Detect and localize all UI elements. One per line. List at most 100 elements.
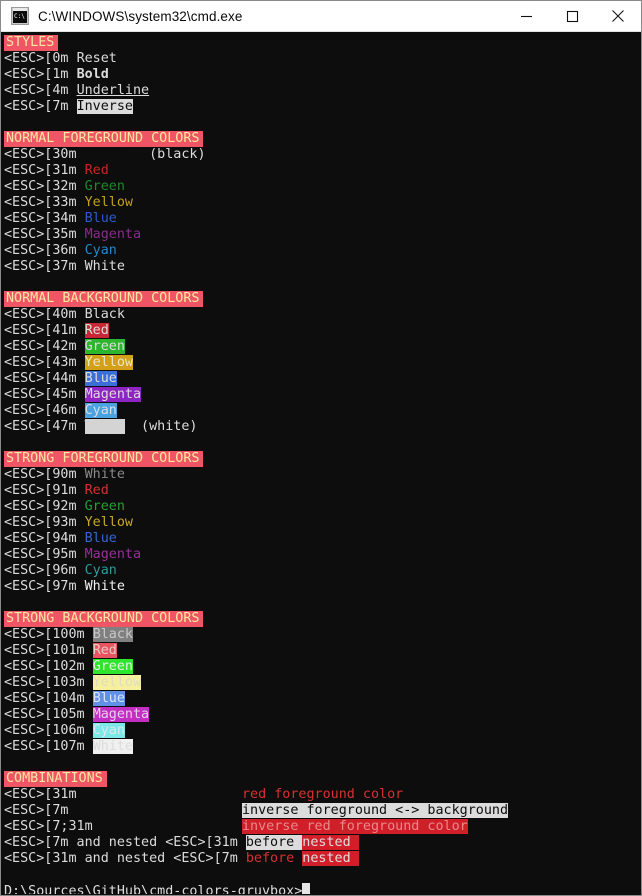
sbg-row-white: <ESC>[107m White (2, 739, 640, 755)
section-header-combinations: COMBINATIONS (2, 771, 640, 787)
style-row-inverse: <ESC>[7m Inverse (2, 99, 640, 115)
color-sample-red: Red (84, 483, 109, 498)
section-header-styles: STYLES (2, 35, 640, 51)
color-sample-black: Black (92, 627, 133, 642)
color-sample-magenta: Magenta (92, 707, 150, 722)
combo-row-inverse: <ESC>[7m inverse foreground <-> backgroun… (2, 803, 640, 819)
color-sample-cyan: Cyan (84, 243, 117, 258)
color-sample-green: Green (92, 659, 133, 674)
sfg-row-red: <ESC>[91m Red (2, 483, 640, 499)
minimize-icon (520, 15, 532, 17)
escape-code: <ESC>[41m (4, 323, 85, 338)
color-sample-yellow: Yellow (84, 195, 133, 210)
escape-code: <ESC>[104m (4, 691, 93, 706)
escape-code: <ESC>[95m (4, 547, 85, 562)
color-note: (black) (124, 147, 206, 162)
escape-code: <ESC>[32m (4, 179, 85, 194)
escape-code: <ESC>[31m (4, 787, 77, 802)
nbg-row-black: <ESC>[40m Black (2, 307, 640, 323)
escape-code: <ESC>[43m (4, 355, 85, 370)
escape-code: <ESC>[1m (4, 67, 77, 82)
color-sample-black: Black (84, 147, 125, 162)
combo-row-red-then-inverse: <ESC>[31m and nested <ESC>[7m before nes… (2, 851, 640, 867)
sfg-row-green: <ESC>[92m Green (2, 499, 640, 515)
style-row-bold: <ESC>[1m Bold (2, 67, 640, 83)
nbg-row-red: <ESC>[41m Red (2, 323, 640, 339)
escape-code: <ESC>[90m (4, 467, 85, 482)
escape-code: <ESC>[42m (4, 339, 85, 354)
escape-code: <ESC>[93m (4, 515, 85, 530)
color-sample-white: White (92, 739, 133, 754)
nbg-row-white: <ESC>[47m White (white) (2, 419, 640, 435)
combo-row-inverse-then-red: <ESC>[7m and nested <ESC>[31m before nes… (2, 835, 640, 851)
color-sample-blue: Blue (84, 211, 117, 226)
color-note: (white) (124, 419, 198, 434)
style-row-reset: <ESC>[0m Reset (2, 51, 640, 67)
color-sample-cyan: Cyan (84, 563, 117, 578)
sfg-row-magenta: <ESC>[95m Magenta (2, 547, 640, 563)
combo-sample-inverse: inverse foreground <-> background (242, 803, 509, 818)
cmd-console-icon (11, 7, 29, 25)
escape-code: <ESC>[7m (4, 803, 69, 818)
style-sample-bold: Bold (76, 67, 109, 82)
combo-sample-nested: nested (302, 851, 359, 866)
maximize-button[interactable] (549, 1, 595, 31)
escape-code: <ESC>[7m and nested <ESC>[31m (4, 835, 246, 850)
color-sample-red: Red (92, 643, 117, 658)
nbg-row-cyan: <ESC>[46m Cyan (2, 403, 640, 419)
escape-code: <ESC>[31m (4, 163, 85, 178)
escape-code: <ESC>[36m (4, 243, 85, 258)
escape-code: <ESC>[105m (4, 707, 93, 722)
nfg-row-white: <ESC>[37m White (2, 259, 640, 275)
color-sample-white-dim: White (84, 467, 125, 482)
color-sample-white: White (84, 259, 125, 274)
escape-code: <ESC>[102m (4, 659, 93, 674)
nfg-row-magenta: <ESC>[35m Magenta (2, 227, 640, 243)
section-header-strong-foreground: STRONG FOREGROUND COLORS (2, 451, 640, 467)
section-header-normal-background: NORMAL BACKGROUND COLORS (2, 291, 640, 307)
nbg-row-yellow: <ESC>[43m Yellow (2, 355, 640, 371)
escape-code: <ESC>[31m and nested <ESC>[7m (4, 851, 246, 866)
nbg-row-green: <ESC>[42m Green (2, 339, 640, 355)
maximize-icon (566, 10, 578, 22)
cmd-window: C:\WINDOWS\system32\cmd.exe STYLES <ESC>… (0, 0, 642, 896)
style-sample-underline: Underline (76, 83, 150, 98)
section-header-label: STRONG BACKGROUND COLORS (4, 611, 204, 627)
section-header-label: NORMAL FOREGROUND COLORS (4, 131, 204, 147)
escape-code: <ESC>[30m (4, 147, 85, 162)
escape-code: <ESC>[35m (4, 227, 85, 242)
color-sample-green: Green (84, 339, 125, 354)
style-sample-inverse: Inverse (76, 99, 133, 114)
escape-code: <ESC>[91m (4, 483, 85, 498)
nfg-row-blue: <ESC>[34m Blue (2, 211, 640, 227)
escape-code: <ESC>[0m (4, 51, 77, 66)
color-sample-blue: Blue (84, 371, 117, 386)
sbg-row-green: <ESC>[102m Green (2, 659, 640, 675)
nbg-row-magenta: <ESC>[45m Magenta (2, 387, 640, 403)
style-sample-reset: Reset (76, 51, 117, 66)
escape-code: <ESC>[7m (4, 99, 77, 114)
color-sample-yellow: Yellow (92, 675, 142, 690)
nfg-row-cyan: <ESC>[36m Cyan (2, 243, 640, 259)
minimize-button[interactable] (503, 1, 549, 31)
section-header-label: STRONG FOREGROUND COLORS (4, 451, 204, 467)
color-sample-magenta: Magenta (84, 547, 142, 562)
color-sample-red: Red (84, 323, 109, 338)
nfg-row-yellow: <ESC>[33m Yellow (2, 195, 640, 211)
escape-code: <ESC>[101m (4, 643, 93, 658)
color-sample-black: Black (84, 307, 125, 322)
sbg-row-blue: <ESC>[104m Blue (2, 691, 640, 707)
close-button[interactable] (595, 1, 641, 31)
color-sample-yellow: Yellow (84, 355, 133, 370)
color-sample-magenta: Magenta (84, 387, 142, 402)
title-bar[interactable]: C:\WINDOWS\system32\cmd.exe (1, 1, 641, 32)
combo-row-inverse-red: <ESC>[7;31m inverse red foreground color (2, 819, 640, 835)
command-prompt-line[interactable]: D:\Sources\GitHub\cmd-colors-gruvbox> (2, 883, 640, 894)
color-sample-yellow: Yellow (84, 515, 133, 530)
prompt-path: D:\Sources\GitHub\cmd-colors-gruvbox> (4, 884, 303, 894)
terminal-output[interactable]: STYLES <ESC>[0m Reset <ESC>[1m Bold <ESC… (2, 33, 640, 894)
section-header-label: NORMAL BACKGROUND COLORS (4, 291, 204, 307)
nfg-row-black: <ESC>[30m Black (black) (2, 147, 640, 163)
